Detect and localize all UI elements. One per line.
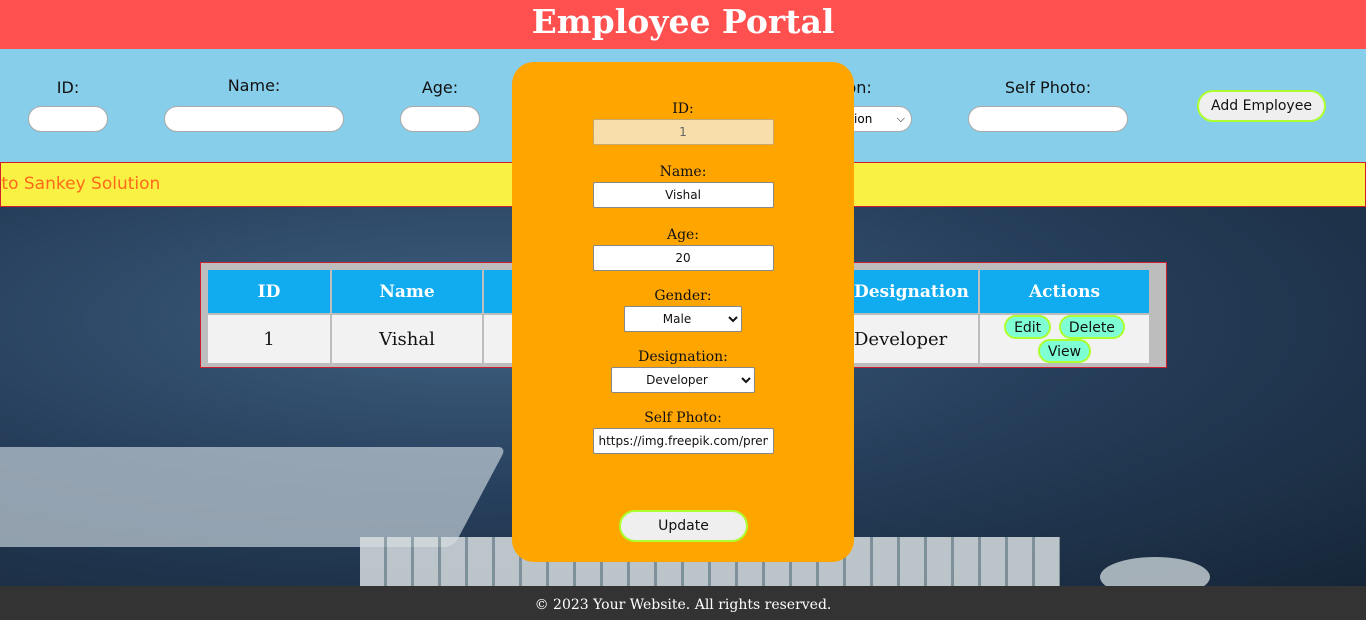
- name-input[interactable]: [164, 106, 344, 132]
- id-label: ID:: [56, 78, 80, 97]
- modal-age-input[interactable]: [592, 245, 774, 271]
- marquee-text: me to Sankey Solution: [1, 174, 161, 194]
- modal-id-input: [592, 119, 774, 145]
- edit-employee-modal: ID: Name: Age: Gender: Male Designation:…: [512, 62, 854, 562]
- age-label: Age:: [421, 78, 459, 97]
- cell-name: Vishal: [332, 315, 482, 363]
- cell-id: 1: [208, 315, 330, 363]
- edit-button[interactable]: Edit: [1004, 315, 1052, 339]
- modal-id-group: ID:: [512, 101, 854, 145]
- add-employee-button[interactable]: Add Employee: [1197, 90, 1326, 122]
- age-input[interactable]: [400, 106, 480, 132]
- photo-label: Self Photo:: [1004, 78, 1092, 97]
- id-input[interactable]: [28, 106, 108, 132]
- page-footer: © 2023 Your Website. All rights reserved…: [0, 586, 1366, 620]
- view-button[interactable]: View: [1037, 339, 1092, 363]
- column-header-designation: Designation: [846, 270, 978, 313]
- page-header: Employee Portal: [0, 0, 1366, 49]
- photo-input[interactable]: [968, 106, 1128, 132]
- modal-photo-input[interactable]: [592, 428, 774, 454]
- photo-field-group: Self Photo:: [968, 76, 1128, 132]
- column-header-id: ID: [208, 270, 330, 313]
- modal-gender-group: Gender: Male: [512, 288, 854, 332]
- cell-designation: Developer: [846, 315, 978, 363]
- chevron-down-icon: ⌵: [896, 112, 905, 125]
- modal-photo-group: Self Photo:: [512, 410, 854, 454]
- cell-actions: Edit Delete View: [980, 315, 1149, 363]
- modal-name-input[interactable]: [592, 182, 774, 208]
- modal-gender-select[interactable]: Male: [624, 306, 742, 332]
- modal-gender-label: Gender:: [654, 288, 712, 304]
- column-header-name: Name: [332, 270, 482, 313]
- modal-designation-select[interactable]: Developer: [611, 367, 755, 393]
- age-field-group: Age:: [400, 76, 480, 132]
- update-button[interactable]: Update: [619, 510, 748, 542]
- modal-photo-label: Self Photo:: [644, 410, 722, 426]
- modal-age-group: Age:: [512, 227, 854, 271]
- delete-button[interactable]: Delete: [1058, 315, 1125, 339]
- mouse-shape: [1100, 557, 1210, 586]
- modal-designation-group: Designation: Developer: [512, 349, 854, 393]
- modal-age-label: Age:: [666, 227, 700, 243]
- modal-designation-label: Designation:: [638, 349, 728, 365]
- laptop-shape: [0, 447, 507, 547]
- modal-name-group: Name:: [512, 164, 854, 208]
- id-field-group: ID:: [28, 76, 108, 132]
- name-field-group: Name:: [164, 76, 344, 132]
- modal-id-label: ID:: [672, 101, 694, 117]
- name-label: Name:: [227, 76, 281, 95]
- footer-text: © 2023 Your Website. All rights reserved…: [534, 597, 832, 613]
- modal-name-label: Name:: [659, 164, 707, 180]
- page-title: Employee Portal: [531, 2, 835, 41]
- column-header-actions: Actions: [980, 270, 1149, 313]
